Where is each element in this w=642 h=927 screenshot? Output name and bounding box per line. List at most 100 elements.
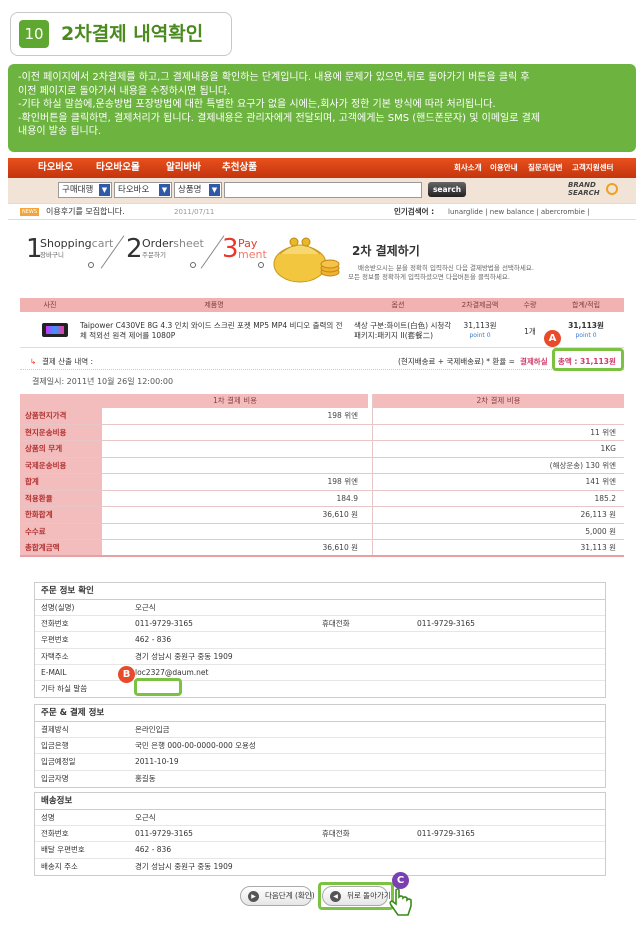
col-product: 제품명 <box>204 301 224 309</box>
search-button[interactable]: search <box>428 182 466 197</box>
cost-row-second: (해상운송) 130 위엔 <box>372 457 624 473</box>
field-select[interactable]: 상품명 ▼ <box>174 182 222 198</box>
product-row: Taipower C430VE 8G 4.3 인치 와이드 스크린 포켓 MP5… <box>20 312 624 348</box>
note-line: 이전 페이지로 돌아가서 내용을 수정하시면 됩니다. <box>18 85 231 97</box>
nav-tab-recommended[interactable]: 추천상품 <box>222 158 257 178</box>
field-label: 입금자명 <box>41 773 69 783</box>
payment-datetime: 결제일시: 2011년 10월 26일 12:00:00 <box>32 377 174 386</box>
field-label: 자택주소 <box>41 651 69 661</box>
info-bar: NEWS 이용후기를 모집합니다. 2011/07/11 인기검색어 : lun… <box>8 204 636 220</box>
arrow-icon: ↳ <box>30 357 37 366</box>
field-value: 국민 은행 000-00-0000-000 오용성 <box>135 741 256 751</box>
cost-row-label: 국제운송비용 <box>20 457 102 473</box>
product-amount: 31,113원 point 0 <box>448 321 512 341</box>
nav-tab-taobao[interactable]: 타오바오 <box>38 158 73 178</box>
cost-table-header: 1차 결제 비용 2차 결제 비용 <box>20 394 624 408</box>
product-option: 색상 구분:화이트(白色) 시청각 패키지:패키지 II(套餐二) <box>354 321 451 341</box>
shipping-info-section: 배송정보 성명 오근식 전화번호 011-9729-3165 휴대전화 011-9729… <box>34 792 606 876</box>
util-link-company[interactable]: 회사소개 <box>454 158 482 178</box>
table-row: 입금은행 국민 은행 000-00-0000-000 오용성 <box>35 738 605 755</box>
highlight-b <box>134 678 182 696</box>
category-value: 구매대행 <box>62 185 94 195</box>
product-name-line1: Taipower C430VE 8G 4.3 인치 와이드 스크린 포켓 MP5… <box>80 321 343 330</box>
step-3-label-b: ment <box>238 248 267 261</box>
col-total: 합계/적립 <box>571 301 601 309</box>
highlight-a <box>552 348 624 371</box>
note-line: -이전 페이지에서 2차결제를 하고,그 결제내용을 확인하는 단계입니다. 내… <box>18 72 530 83</box>
field-label: 배달 우편번호 <box>41 845 85 855</box>
cost-row-first: 184.9 <box>336 493 358 503</box>
product-table-header: 사진 제품명 옵션 2차결제금액 수량 합계/적립 <box>20 298 624 312</box>
util-link-support[interactable]: 고객지원센터 <box>572 158 613 178</box>
cost-row-label: 상품현지가격 <box>20 408 102 424</box>
cost-row-label: 적용환율 <box>20 490 102 506</box>
step-number: 10 <box>19 20 49 48</box>
search-input[interactable] <box>224 182 422 198</box>
cost-row-second: 5,000 원 <box>372 523 624 539</box>
col-qty: 수량 <box>523 301 537 309</box>
notice-link[interactable]: 이용후기를 모집합니다. <box>46 204 125 220</box>
brand-search-link[interactable]: BRAND SEARCH <box>568 181 618 197</box>
step-dot <box>190 262 196 268</box>
popular-keywords[interactable]: lunarglide | new balance | abercrombie | <box>448 204 590 220</box>
site-select[interactable]: 타오바오 ▼ <box>114 182 172 198</box>
step-2-label: Ordersheet <box>142 238 204 250</box>
nav-tab-alibaba[interactable]: 알리바바 <box>166 158 201 178</box>
next-step-button[interactable]: ▶ 다음단계 (확인) <box>240 886 315 906</box>
chevron-down-icon: ▼ <box>159 184 170 196</box>
product-name[interactable]: Taipower C430VE 8G 4.3 인치 와이드 스크린 포켓 MP5… <box>80 321 343 341</box>
field-value: 오근식 <box>135 813 156 822</box>
marker-a: A <box>544 330 561 347</box>
cost-row-first: 198 위엔 <box>327 411 359 420</box>
cost-row-second: 185.2 <box>372 490 624 506</box>
field-value: 홍길동 <box>135 773 156 783</box>
cost-row-label: 합계 <box>20 474 102 490</box>
cost-row: 수수료 5,000 원 <box>20 523 624 540</box>
nav-tab-taobao-mall[interactable]: 타오바오몰 <box>96 158 140 178</box>
chevron-down-icon: ▼ <box>99 184 110 196</box>
cost-row: 상품의 무게 1KG <box>20 441 624 458</box>
field-label: E-MAIL <box>41 667 67 677</box>
cost-header-2: 2차 결제 비용 <box>372 394 624 408</box>
field-label: 우편번호 <box>41 635 69 645</box>
cost-row-first <box>102 441 368 457</box>
field-label: 기타 하실 말씀 <box>41 683 88 693</box>
cost-row-label: 현지운송비용 <box>20 424 102 440</box>
notice-date: 2011/07/11 <box>174 208 215 216</box>
cost-row: 현지운송비용 11 위엔 <box>20 424 624 441</box>
category-select[interactable]: 구매대행 ▼ <box>58 182 112 198</box>
field-value: 462 - 836 <box>135 635 172 645</box>
total-value: 31,113원 <box>568 321 604 330</box>
field-label: 배송지 주소 <box>41 861 78 871</box>
cost-row-second: 31,113 원 <box>372 540 624 555</box>
field-value: 011-9729-3165 <box>417 619 475 629</box>
field-value: 상품명 <box>178 185 202 195</box>
top-navigation: 타오바오 타오바오몰 알리바바 추천상품 회사소개 이용안내 질문과답변 고객지… <box>8 158 636 178</box>
arrow-right-icon: ▶ <box>248 891 259 902</box>
popular-label: 인기검색어 : <box>394 207 435 216</box>
payment-info-title: 주문 & 결제 정보 <box>35 705 605 722</box>
site-screenshot: 타오바오 타오바오몰 알리바바 추천상품 회사소개 이용안내 질문과답변 고객지… <box>8 158 636 918</box>
calc-formula: (현지배송료 + 국제배송료) * 환율 = <box>398 357 515 366</box>
table-row: 우편번호 462 - 836 <box>35 632 605 649</box>
cost-row-first <box>102 458 368 474</box>
highlight-c <box>318 882 394 910</box>
cost-row-second: 141 위엔 <box>372 474 624 490</box>
product-thumbnail[interactable] <box>42 323 68 337</box>
util-link-guide[interactable]: 이용안내 <box>490 158 518 178</box>
cost-row: 한화합계 36,610 원 26,113 원 <box>20 507 624 524</box>
cost-row: 상품현지가격 198 위엔 <box>20 408 624 425</box>
step-1-label: Shoppingcart <box>40 238 113 250</box>
note-line: -확인버튼을 클릭하면, 결제처리가 됩니다. 결제내용은 관리자에게 전달되며… <box>18 112 541 124</box>
brand-line2: SEARCH <box>568 189 600 197</box>
order-info-title: 주문 정보 확인 <box>35 583 605 600</box>
field-label: 입금예정일 <box>41 757 76 767</box>
note-line: 내용이 발송 됩니다. <box>18 126 102 137</box>
util-link-qna[interactable]: 질문과답변 <box>528 158 563 178</box>
news-badge: NEWS <box>20 208 40 216</box>
cost-row-second: 1KG <box>372 441 624 457</box>
field-label: 휴대전화 <box>322 829 350 839</box>
cost-header-blank <box>20 394 102 408</box>
table-row: 배송지 주소 경기 성남시 중원구 중동 1909 <box>35 859 605 875</box>
step-2-label-b: sheet <box>173 237 204 250</box>
